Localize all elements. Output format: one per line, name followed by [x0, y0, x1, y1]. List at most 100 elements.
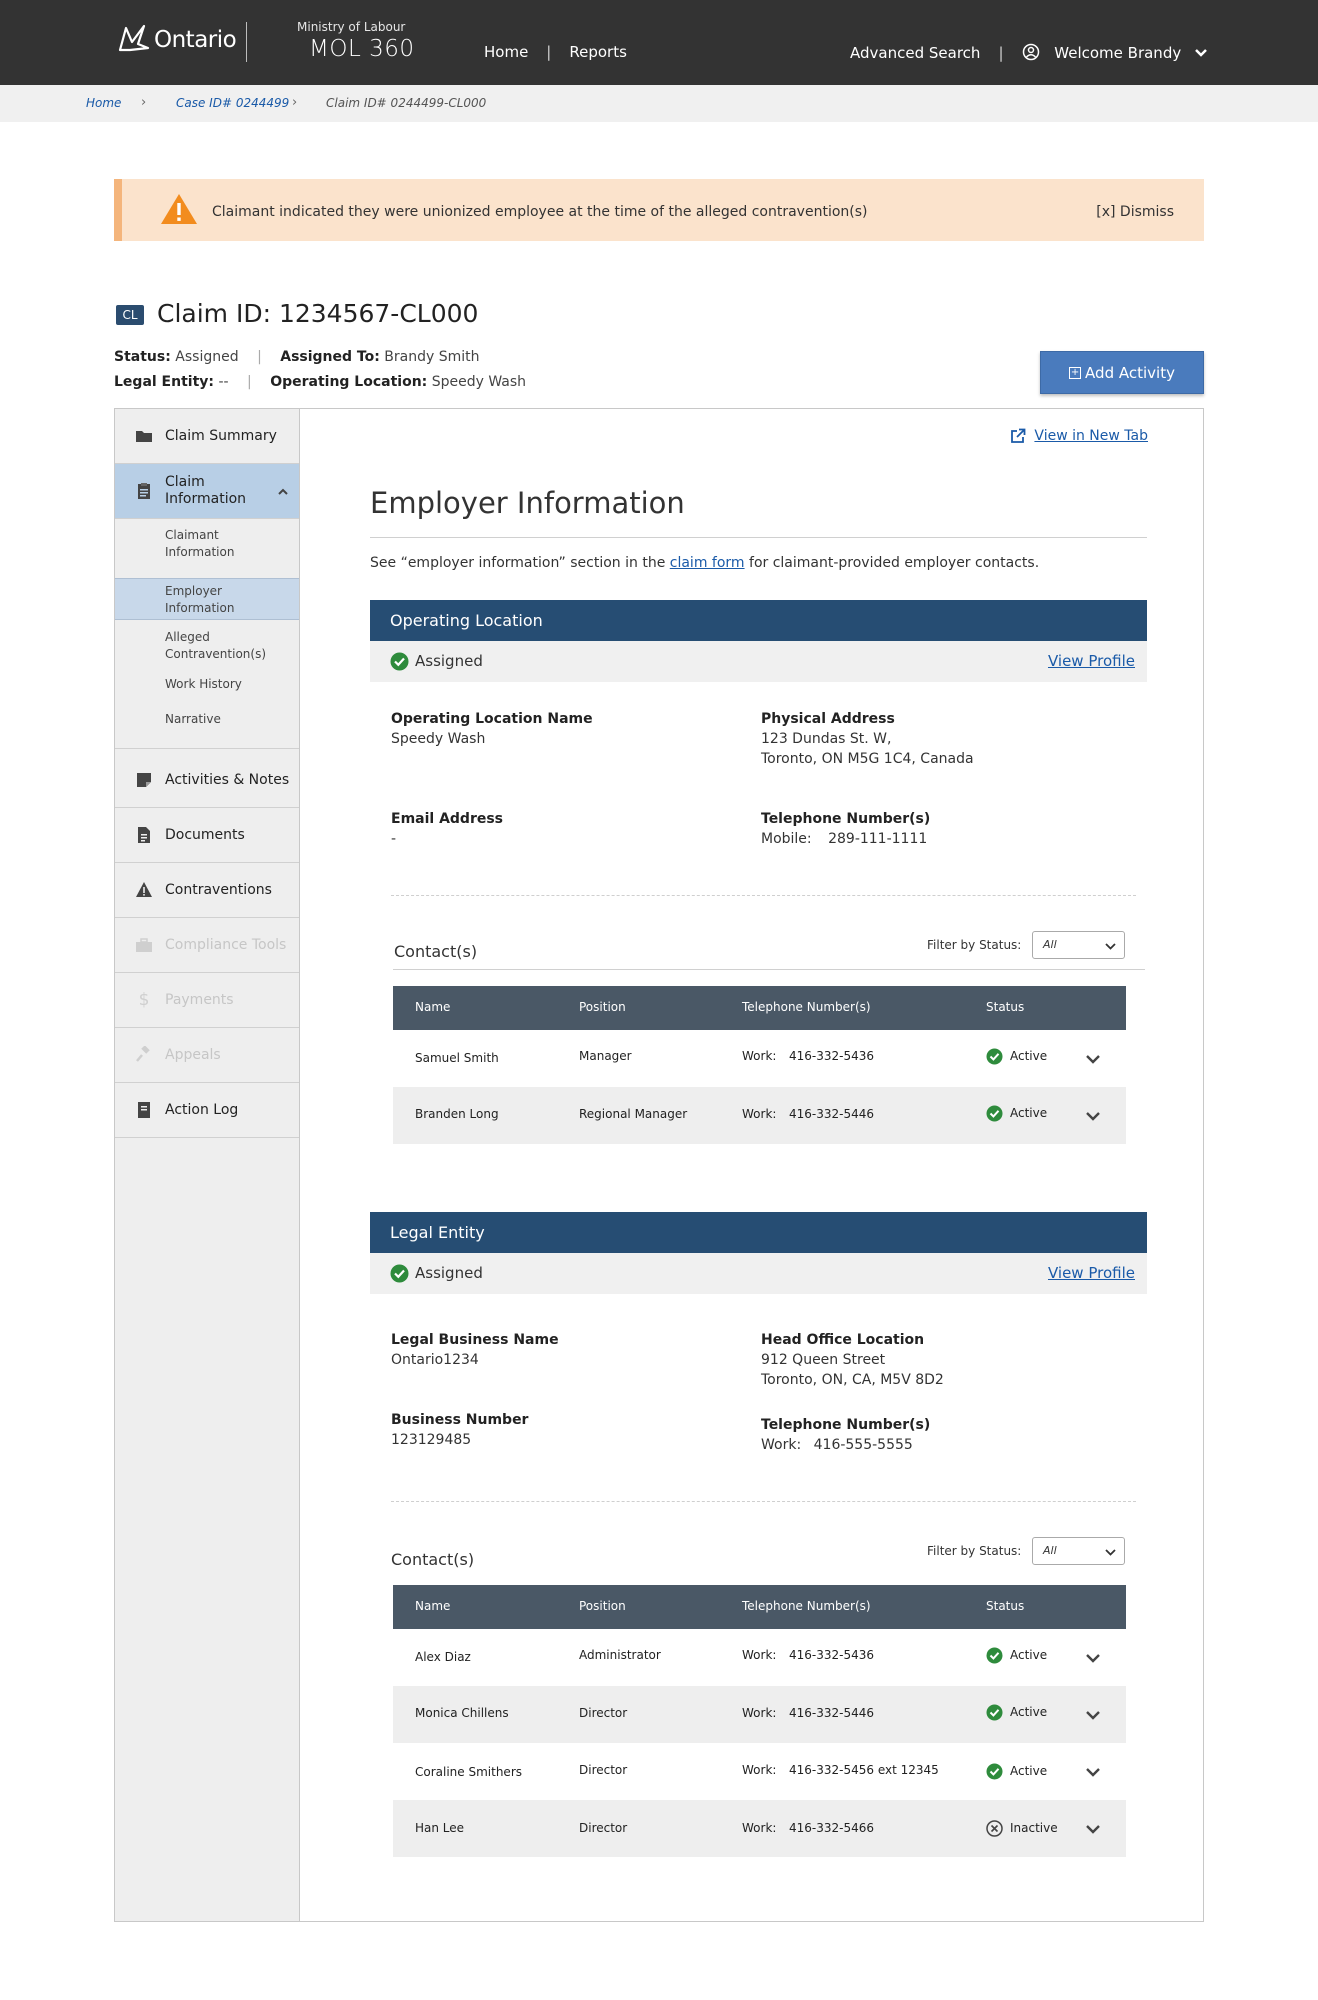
filter-status-select[interactable]: All — [1032, 931, 1125, 959]
contact-name: Branden Long — [415, 1107, 499, 1121]
page-title: Claim ID: 1234567-CL000 — [157, 299, 479, 328]
external-link-icon — [1011, 428, 1026, 443]
chevron-down-icon[interactable] — [1085, 1764, 1101, 1780]
table-row[interactable]: Branden Long Regional Manager Work: 416-… — [393, 1087, 1126, 1144]
warning-triangle-icon — [136, 882, 152, 897]
sidebar-subitem-claimant-information[interactable]: Claimant Information — [115, 519, 299, 569]
chevron-down-icon[interactable] — [1085, 1821, 1101, 1837]
address-line: Toronto, ON, CA, M5V 8D2 — [761, 1372, 944, 1388]
advanced-search-link[interactable]: Advanced Search — [850, 44, 980, 62]
contact-phone-type: Work: — [742, 1706, 777, 1720]
operating-location-header: Operating Location — [370, 600, 1147, 641]
table-row[interactable]: Samuel Smith Manager Work: 416-332-5436 … — [393, 1030, 1126, 1087]
breadcrumb-home[interactable]: Home — [86, 96, 121, 110]
phone-number: 289-111-1111 — [828, 831, 928, 847]
dollar-icon: $ — [138, 990, 150, 1010]
log-book-icon — [138, 1102, 150, 1118]
table-row[interactable]: Coraline Smithers Director Work: 416-332… — [393, 1743, 1126, 1800]
add-activity-button[interactable]: + Add Activity — [1040, 351, 1204, 394]
sidebar-item-contraventions[interactable]: Contraventions — [115, 863, 299, 918]
column-telephone: Telephone Number(s) — [742, 1000, 871, 1014]
assigned-label: Assigned To: — [280, 349, 380, 365]
phone-type: Mobile: — [761, 831, 812, 847]
column-status: Status — [986, 1599, 1025, 1613]
breadcrumb-case[interactable]: Case ID# 0244499 — [176, 96, 289, 110]
check-circle-icon — [986, 1647, 1003, 1664]
contact-position: Regional Manager — [579, 1107, 688, 1121]
sidebar-item-claim-information[interactable]: Claim Information — [115, 464, 299, 519]
intro-before: See “employer information” section in th… — [370, 555, 666, 571]
chevron-down-icon[interactable] — [1085, 1108, 1101, 1124]
chevron-down-icon[interactable] — [1085, 1650, 1101, 1666]
sidebar-sublabel: Alleged Contravention(s) — [165, 630, 267, 661]
nav-separator: | — [546, 43, 552, 61]
sidebar-label: Activities & Notes — [165, 772, 290, 788]
breadcrumb: Home › Case ID# 0244499 › Claim ID# 0244… — [0, 85, 1318, 122]
sidebar-item-activities-notes[interactable]: Activities & Notes — [115, 753, 299, 808]
contacts-table-header: Name Position Telephone Number(s) Status — [393, 986, 1126, 1030]
union-alert: Claimant indicated they were unionized e… — [114, 179, 1204, 241]
nav-reports[interactable]: Reports — [569, 43, 627, 61]
operating-location-status-bar: Assigned View Profile — [370, 641, 1147, 682]
status-value: Assigned — [175, 349, 239, 365]
sidebar-subitem-work-history[interactable]: Work History — [115, 669, 299, 703]
plus-icon: + — [1069, 366, 1082, 379]
sidebar-subitem-alleged-contraventions[interactable]: Alleged Contravention(s) — [115, 623, 299, 667]
sidebar-label: Claim Information — [165, 474, 247, 507]
dismiss-button[interactable]: [x] Dismiss — [1096, 204, 1174, 220]
business-number-value: 123129485 — [391, 1432, 472, 1448]
filter-status-label: Filter by Status: — [927, 938, 1022, 952]
phone-number: 416-555-5555 — [813, 1437, 913, 1453]
email-address-value: - — [391, 831, 397, 847]
table-row[interactable]: Han Lee Director Work: 416-332-5466 Inac… — [393, 1800, 1126, 1857]
address-line: 123 Dundas St. W, — [761, 731, 892, 747]
view-profile-link[interactable]: View Profile — [1048, 652, 1135, 670]
sidebar-subitem-employer-information[interactable]: Employer Information — [115, 578, 299, 620]
chevron-up-icon — [278, 488, 288, 495]
table-row[interactable]: Monica Chillens Director Work: 416-332-5… — [393, 1686, 1126, 1743]
chevron-down-icon[interactable] — [1085, 1707, 1101, 1723]
warning-icon — [161, 194, 197, 224]
table-row[interactable]: Alex Diaz Administrator Work: 416-332-54… — [393, 1629, 1126, 1686]
user-circle-icon — [1022, 43, 1039, 61]
user-menu[interactable]: Welcome Brandy — [1022, 43, 1209, 62]
check-circle-icon — [390, 1264, 409, 1283]
phone-type: Work: — [761, 1437, 802, 1453]
main-nav: Home | Reports — [484, 43, 627, 61]
sidebar-item-action-log[interactable]: Action Log — [115, 1083, 299, 1138]
check-circle-icon — [986, 1105, 1003, 1122]
sidebar-item-documents[interactable]: Documents — [115, 808, 299, 863]
column-position: Position — [579, 1000, 626, 1014]
check-circle-icon — [986, 1704, 1003, 1721]
add-activity-label: Add Activity — [1085, 363, 1175, 382]
operating-location-name-label: Operating Location Name — [391, 711, 593, 727]
legal-business-name-label: Legal Business Name — [391, 1332, 559, 1348]
breadcrumb-chevron-icon: › — [292, 95, 298, 110]
column-name: Name — [415, 1599, 451, 1613]
sidebar-item-claim-summary[interactable]: Claim Summary — [115, 409, 299, 464]
contact-status: Active — [1010, 1106, 1048, 1120]
nav-home[interactable]: Home — [484, 43, 528, 61]
alert-message: Claimant indicated they were unionized e… — [212, 204, 868, 220]
clipboard-icon — [138, 483, 150, 499]
meta-separator: | — [247, 374, 252, 390]
contact-name: Han Lee — [415, 1821, 465, 1835]
view-in-new-tab-link[interactable]: View in New Tab — [1010, 428, 1148, 444]
view-profile-link[interactable]: View Profile — [1048, 1264, 1135, 1282]
contact-name: Coraline Smithers — [415, 1765, 522, 1779]
sidebar-subitem-narrative[interactable]: Narrative — [115, 703, 299, 749]
filter-status-select[interactable]: All — [1032, 1537, 1125, 1565]
claim-form-link[interactable]: claim form — [670, 555, 745, 571]
operating-location-name-value: Speedy Wash — [391, 731, 486, 747]
sidebar-label: Compliance Tools — [165, 937, 287, 953]
gavel-icon — [136, 1046, 150, 1062]
telephone-label: Telephone Number(s) — [761, 811, 931, 827]
ontario-logo[interactable]: Ontario — [112, 20, 237, 60]
contact-phone-type: Work: — [742, 1763, 777, 1777]
chevron-down-icon[interactable] — [1085, 1051, 1101, 1067]
contact-phone-type: Work: — [742, 1107, 777, 1121]
contact-position: Director — [579, 1821, 628, 1835]
sidebar-label: Contraventions — [165, 882, 272, 898]
section-title: Employer Information — [370, 486, 685, 520]
contact-phone-type: Work: — [742, 1648, 777, 1662]
